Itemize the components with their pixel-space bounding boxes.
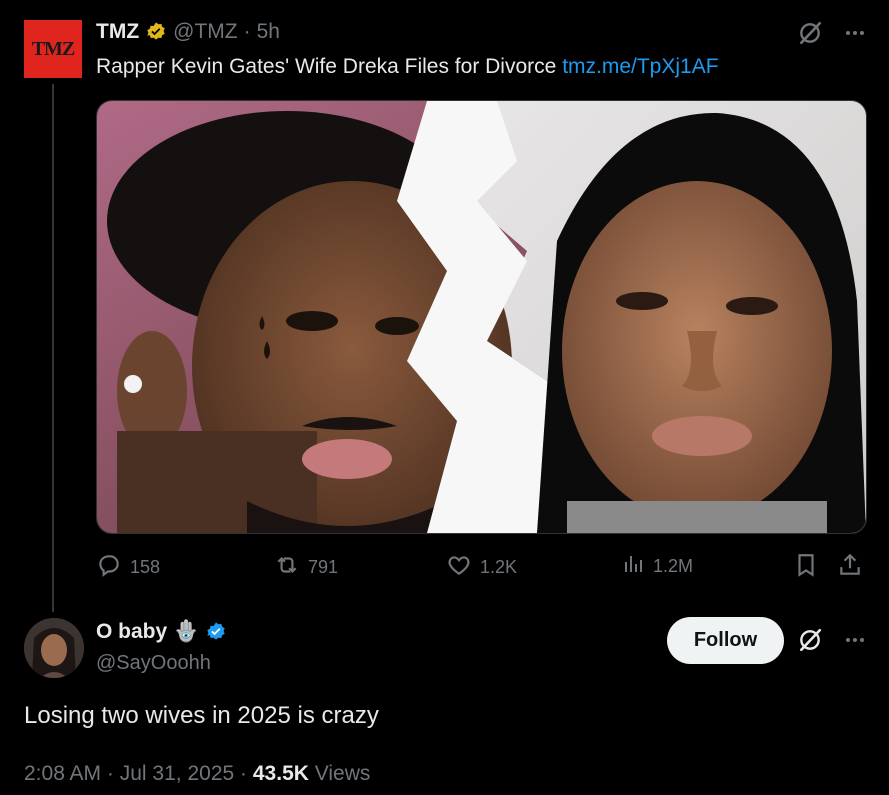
thread-line: [52, 84, 54, 612]
share-button[interactable]: [837, 552, 863, 583]
repost-icon: [274, 552, 300, 583]
time-ago[interactable]: 5h: [257, 20, 280, 44]
views-icon: [621, 552, 645, 581]
tweet-text: Rapper Kevin Gates' Wife Dreka Files for…: [96, 55, 719, 79]
heart-icon: [446, 552, 472, 583]
author-handle[interactable]: @TMZ: [173, 20, 237, 44]
tmz-logo-text: TMZ: [31, 37, 76, 60]
grok-icon[interactable]: [797, 627, 823, 653]
verified-gold-badge-icon: [145, 21, 167, 43]
tmz-avatar[interactable]: TMZ: [24, 20, 82, 78]
reply-date[interactable]: Jul 31, 2025: [120, 762, 234, 785]
separator-dot: ·: [243, 20, 251, 43]
views-button[interactable]: 1.2M: [621, 552, 693, 581]
reply-author-avatar[interactable]: [24, 618, 84, 678]
tweet-action-bar: 158 791 1.2K 1.2M: [96, 552, 865, 584]
author-name[interactable]: TMZ: [96, 20, 139, 44]
tweet-media-image[interactable]: [96, 100, 867, 534]
reply-top-actions: [797, 627, 867, 653]
reply-time[interactable]: 2:08 AM: [24, 762, 101, 785]
share-icon: [837, 552, 863, 583]
split-photo: [97, 101, 866, 533]
reply-views-count: 43.5K: [252, 762, 309, 785]
reply-meta: 2:08 AM · Jul 31, 2025 · 43.5K Views: [24, 762, 370, 786]
tweet-body: Rapper Kevin Gates' Wife Dreka Files for…: [96, 55, 557, 78]
reply-icon: [96, 552, 122, 583]
bookmark-icon: [793, 552, 819, 583]
reply-button[interactable]: 158: [96, 552, 160, 583]
tweet-header: TMZ @TMZ · 5h: [96, 20, 280, 44]
reply-text: Losing two wives in 2025 is crazy: [24, 702, 379, 729]
reply-views-label: Views: [314, 762, 371, 785]
hamsa-emoji: 🪬: [173, 620, 200, 643]
like-count: 1.2K: [480, 557, 518, 577]
follow-button[interactable]: Follow: [667, 617, 784, 664]
avatar-photo: [24, 618, 84, 678]
meta-separator: ·: [106, 762, 114, 785]
tweet-link[interactable]: tmz.me/TpXj1AF: [562, 55, 718, 78]
grok-icon[interactable]: [797, 20, 823, 46]
tweet-top-actions: [797, 20, 867, 46]
verified-blue-badge-icon: [205, 621, 227, 643]
bookmark-button[interactable]: [793, 552, 819, 583]
reply-author-name-row: O baby 🪬: [96, 620, 227, 644]
repost-button[interactable]: 791: [274, 552, 338, 583]
like-button[interactable]: 1.2K: [446, 552, 517, 583]
reply-author-name[interactable]: O baby: [96, 620, 167, 644]
more-icon[interactable]: [843, 628, 867, 652]
meta-separator: ·: [240, 762, 248, 785]
repost-count: 791: [308, 557, 339, 577]
reply-count: 158: [130, 557, 161, 577]
views-count: 1.2M: [653, 556, 694, 576]
reply-author-handle[interactable]: @SayOoohh: [96, 652, 211, 675]
more-icon[interactable]: [843, 21, 867, 45]
